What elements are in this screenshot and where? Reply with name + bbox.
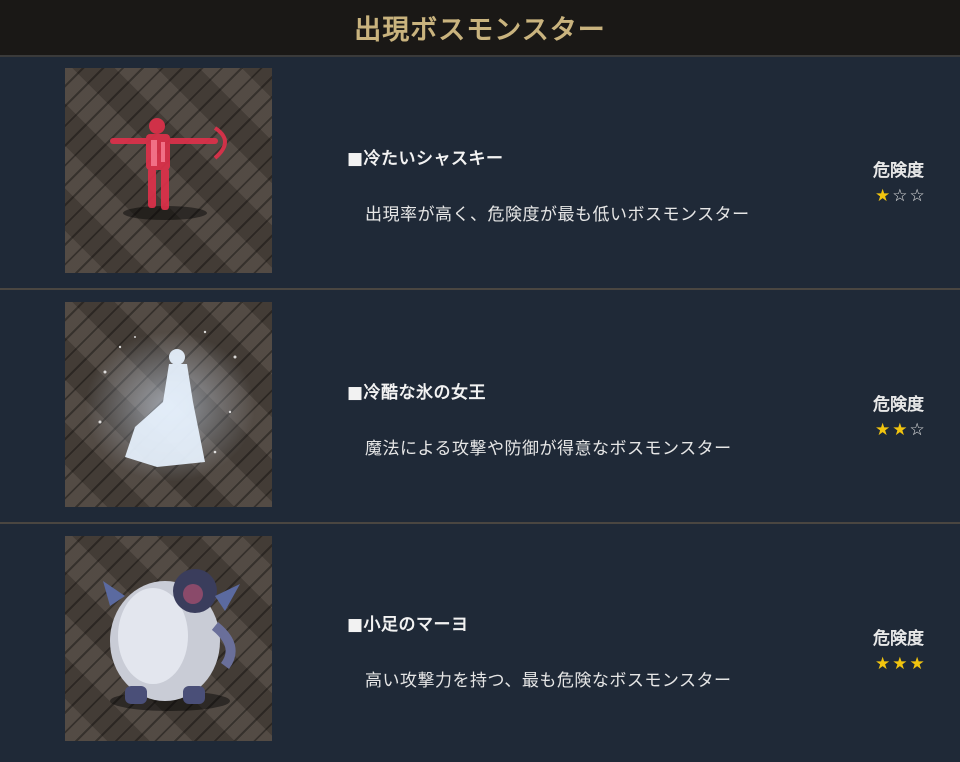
danger-rating: ★☆☆: [875, 186, 927, 206]
boss-monster-page: 出現ボスモンスター ■冷たいシャスキー 出現率が高く、危険度が最も低いボスモンス…: [0, 0, 960, 762]
star-filled-icon: ★: [892, 420, 910, 440]
star-filled-icon: ★: [875, 420, 893, 440]
boss-row: ■小足のマーヨ 高い攻撃力を持つ、最も危険なボスモンスター 危険度 ★★★: [0, 526, 960, 762]
boss-name: ■冷たいシャスキー: [347, 149, 504, 169]
boss-description: 出現率が高く、危険度が最も低いボスモンスター: [365, 205, 750, 225]
boss-name: ■小足のマーヨ: [347, 615, 469, 635]
boss-description: 高い攻撃力を持つ、最も危険なボスモンスター: [365, 671, 732, 691]
danger-label: 危険度: [873, 629, 924, 649]
star-filled-icon: ★: [909, 654, 927, 674]
danger-rating: ★★★: [875, 654, 927, 674]
boss-image: [65, 536, 272, 741]
boss-row: ■冷たいシャスキー 出現率が高く、危険度が最も低いボスモンスター 危険度 ★☆☆: [0, 58, 960, 290]
star-empty-icon: ☆: [909, 186, 927, 206]
star-filled-icon: ★: [875, 654, 893, 674]
danger-rating: ★★☆: [875, 420, 927, 440]
boss-description: 魔法による攻撃や防御が得意なボスモンスター: [365, 439, 732, 459]
star-empty-icon: ☆: [909, 420, 927, 440]
danger-label: 危険度: [873, 395, 924, 415]
section-header: 出現ボスモンスター: [0, 0, 960, 57]
star-empty-icon: ☆: [892, 186, 910, 206]
boss-row: ■冷酷な氷の女王 魔法による攻撃や防御が得意なボスモンスター 危険度 ★★☆: [0, 292, 960, 524]
boss-image: [65, 302, 272, 507]
star-filled-icon: ★: [892, 654, 910, 674]
boss-image: [65, 68, 272, 273]
boss-name: ■冷酷な氷の女王: [347, 383, 487, 403]
danger-label: 危険度: [873, 161, 924, 181]
page-title: 出現ボスモンスター: [354, 15, 606, 46]
star-filled-icon: ★: [875, 186, 893, 206]
